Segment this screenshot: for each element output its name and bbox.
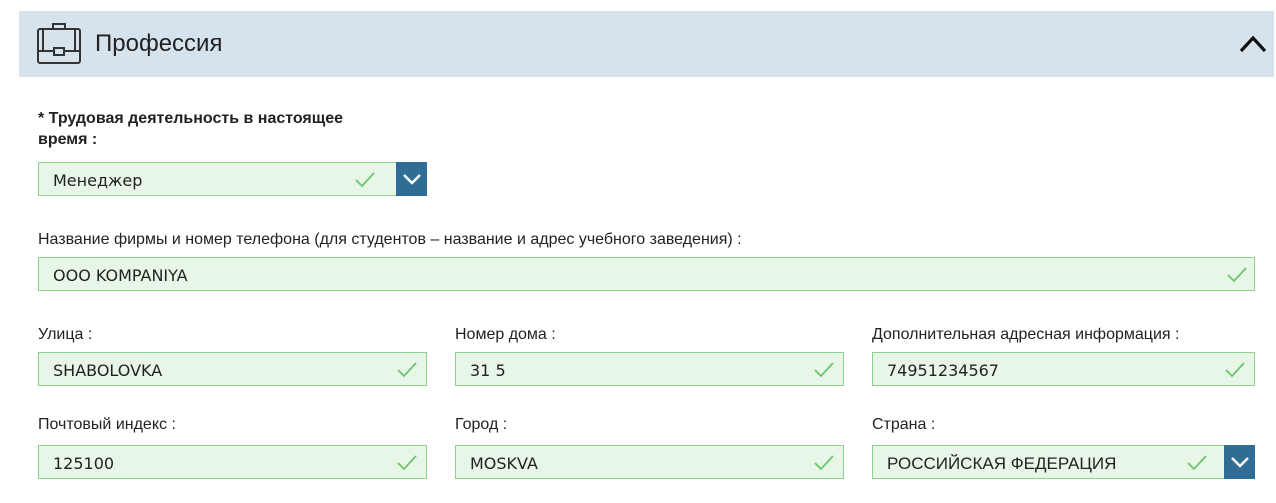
occupation-value: Менеджер [53,171,143,190]
occupation-label-line1: * Трудовая деятельность в настоящее [38,110,344,127]
check-icon [1227,267,1247,283]
house-input[interactable]: 31 5 [455,352,844,386]
occupation-dropdown-button[interactable] [396,162,427,196]
chevron-up-icon[interactable] [1238,31,1268,57]
briefcase-icon [37,23,81,64]
extra-address-label: Дополнительная адресная информация : [872,326,1180,343]
extra-address-value: 74951234567 [887,361,999,380]
street-input[interactable]: SHABOLOVKA [38,352,427,386]
country-label: Страна : [872,416,936,433]
street-value: SHABOLOVKA [53,361,163,380]
country-select[interactable]: РОССИЙСКАЯ ФЕДЕРАЦИЯ [872,445,1255,479]
street-label: Улица : [38,326,93,343]
occupation-label: * Трудовая деятельность в настоящее врем… [38,108,343,150]
check-icon [397,455,417,471]
company-label: Название фирмы и номер телефона (для сту… [38,231,742,248]
check-icon [397,362,417,378]
section-title: Профессия [95,30,223,57]
city-value: MOSKVA [470,454,538,473]
extra-address-input[interactable]: 74951234567 [872,352,1255,386]
chevron-down-icon [402,174,421,185]
company-value: OOO KOMPANIYA [53,266,188,285]
check-icon [355,172,375,188]
city-label: Город : [455,416,508,433]
company-input[interactable]: OOO KOMPANIYA [38,257,1255,291]
postal-code-value: 125100 [53,454,115,473]
country-value: РОССИЙСКАЯ ФЕДЕРАЦИЯ [887,454,1117,473]
occupation-select[interactable]: Менеджер [38,162,427,196]
chevron-down-icon [1230,457,1249,468]
section-header[interactable]: Профессия [19,11,1274,77]
postal-code-label: Почтовый индекс : [38,416,176,433]
country-dropdown-button[interactable] [1224,445,1255,479]
check-icon [814,455,834,471]
check-icon [814,362,834,378]
check-icon [1187,455,1207,471]
house-label: Номер дома : [455,326,556,343]
city-input[interactable]: MOSKVA [455,445,844,479]
occupation-label-line2: время : [38,131,98,148]
postal-code-input[interactable]: 125100 [38,445,427,479]
house-value: 31 5 [470,361,506,380]
check-icon [1225,362,1245,378]
